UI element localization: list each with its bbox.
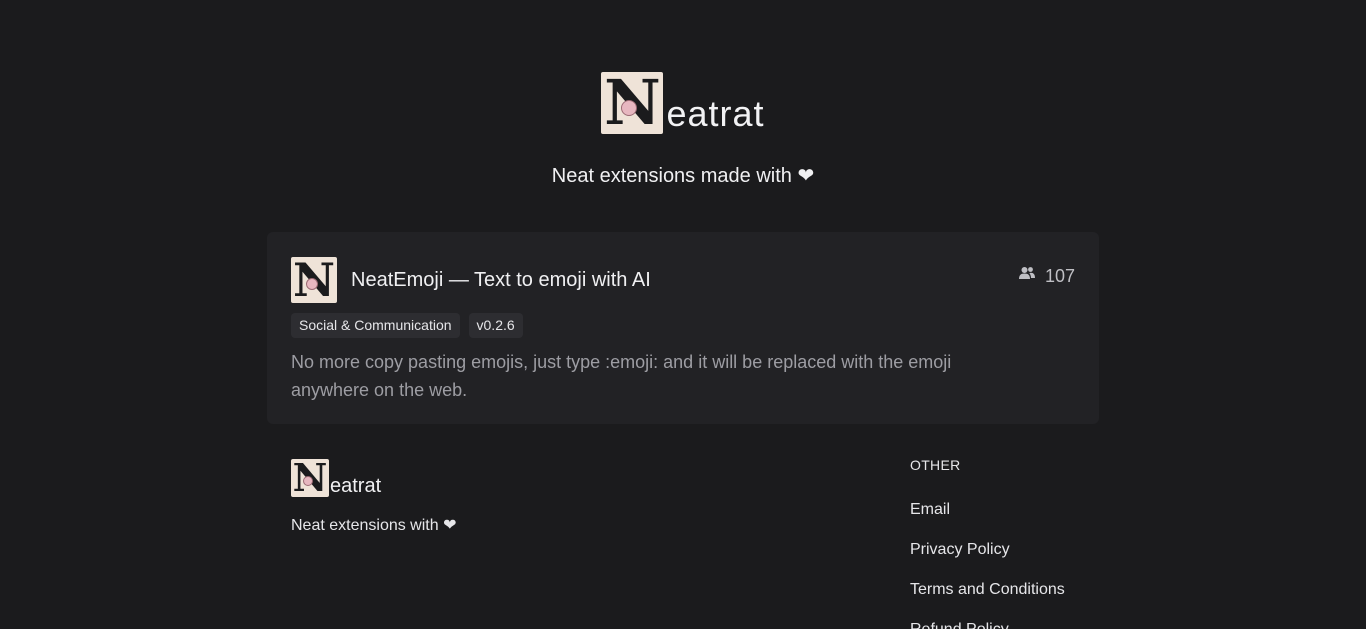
user-count-value: 107 — [1044, 266, 1075, 286]
terms-and-conditions-link[interactable]: Terms and Conditions — [910, 580, 1065, 620]
refund-policy-link[interactable]: Refund Policy — [910, 620, 1065, 629]
extension-card-header: N NeatEmoji — Text to emoji with AI — [291, 256, 1075, 304]
extension-title[interactable]: NeatEmoji — Text to emoji with AI — [351, 269, 651, 292]
neatrat-logo: N — [291, 459, 329, 497]
footer-tagline: Neat extensions with ❤ — [291, 517, 457, 534]
brand-name: eatrat — [666, 93, 765, 134]
footer-brand[interactable]: N eatrat — [291, 459, 381, 497]
privacy-policy-link[interactable]: Privacy Policy — [910, 540, 1065, 580]
hero: N eatrat Neat extensions made with ❤ — [0, 72, 1366, 188]
extension-logo: N — [291, 257, 337, 303]
version-tag: v0.2.6 — [468, 313, 523, 338]
hero-brand[interactable]: N eatrat — [601, 72, 764, 134]
footer-other-heading: OTHER — [910, 457, 961, 473]
category-tag: Social & Communication — [291, 313, 460, 338]
neatrat-logo: N — [601, 72, 664, 134]
extension-tags: Social & Communication v0.2.6 — [291, 313, 1075, 338]
extension-card[interactable]: N NeatEmoji — Text to emoji with AI 107 … — [267, 232, 1099, 424]
user-count: 107 — [1018, 266, 1075, 287]
page: N eatrat Neat extensions made with ❤ N N… — [0, 0, 1366, 629]
rat-icon — [303, 476, 313, 486]
email-link[interactable]: Email — [910, 500, 1065, 540]
extension-description: No more copy pasting emojis, just type :… — [291, 352, 952, 400]
rat-icon — [306, 278, 318, 290]
footer-brand-name: eatrat — [330, 475, 382, 497]
footer-other-links: OTHER Email Privacy Policy Terms and Con… — [910, 457, 1065, 629]
hero-subtitle: Neat extensions made with ❤ — [551, 165, 815, 187]
users-icon — [1018, 266, 1035, 279]
